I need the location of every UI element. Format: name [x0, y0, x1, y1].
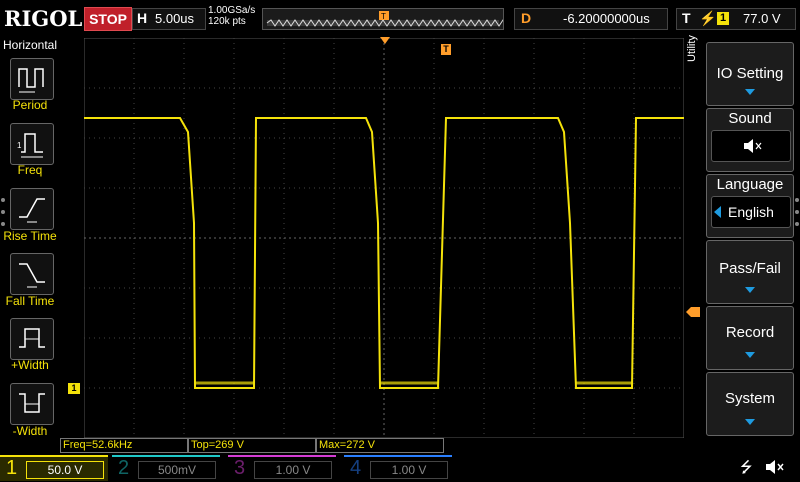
freq-button[interactable]: 1 [10, 123, 54, 165]
channel-4-scale: 1.00 V [370, 461, 448, 479]
sound-label: Sound [728, 110, 772, 127]
acquisition-info: 1.00GSa/s 120k pts [208, 5, 255, 27]
memory-overview[interactable]: T [262, 8, 504, 30]
waveform-display[interactable] [84, 38, 684, 438]
language-value-box: English [711, 196, 791, 228]
trigger-edge-icon: ⚡ [699, 10, 717, 26]
delay-key: D [521, 10, 532, 26]
trigger-source: 1 [717, 12, 729, 25]
left-panel-title: Horizontal [2, 38, 58, 52]
chevron-down-icon [745, 419, 755, 425]
sound-value [711, 130, 791, 162]
timebase-value: 5.00us [155, 11, 195, 26]
pass-fail-button[interactable]: Pass/Fail [706, 240, 794, 304]
language-button[interactable]: Language English [706, 174, 794, 238]
negative-width-icon [19, 393, 45, 413]
channel-3-number: 3 [234, 457, 246, 479]
period-label: Period [12, 98, 48, 112]
page-dots-left [1, 198, 5, 226]
rise-time-label: Rise Time [3, 229, 57, 243]
positive-width-label: +Width [11, 358, 49, 372]
fall-time-button[interactable] [10, 253, 54, 295]
measurement-top[interactable]: Top=269 V [188, 438, 316, 453]
channel-bar: 1 50.0 V 2 500mV 3 1.00 V 4 1.00 V ⭍ [0, 453, 800, 481]
trigger-position-marker[interactable] [380, 37, 390, 45]
measurement-max[interactable]: Max=272 V [316, 438, 444, 453]
channel-2-scale: 500mV [138, 461, 216, 479]
svg-text:1: 1 [17, 141, 22, 150]
trigger-level-marker[interactable] [686, 307, 700, 317]
negative-width-label: -Width [12, 424, 48, 438]
channel-4-tab[interactable]: 4 1.00 V [344, 455, 452, 481]
io-setting-button[interactable]: IO Setting [706, 42, 794, 106]
usb-icon: ⭍ [740, 459, 753, 476]
delay-value: -6.20000000us [563, 11, 650, 26]
page-dots-right [795, 198, 799, 226]
system-button[interactable]: System [706, 372, 794, 436]
positive-width-button[interactable] [10, 318, 54, 360]
pass-fail-label: Pass/Fail [719, 260, 781, 277]
channel-3-tab[interactable]: 3 1.00 V [228, 455, 336, 481]
record-button[interactable]: Record [706, 306, 794, 370]
language-value: English [728, 204, 774, 220]
speaker-muted-icon [744, 139, 762, 153]
run-stop-status[interactable]: STOP [84, 7, 132, 31]
sound-button[interactable]: Sound [706, 108, 794, 172]
trigger-key: T [682, 10, 691, 26]
memory-depth: 120k pts [208, 16, 246, 27]
channel-3-scale: 1.00 V [254, 461, 332, 479]
fall-time-label: Fall Time [5, 294, 55, 308]
sample-rate: 1.00GSa/s [208, 5, 256, 16]
measurement-freq[interactable]: Freq=52.6kHz [60, 438, 188, 453]
trigger-level: 77.0 V [743, 11, 781, 26]
trigger-time-marker[interactable]: T [441, 44, 451, 55]
measurement-bar: Freq=52.6kHz Top=269 V Max=272 V [60, 438, 686, 453]
channel-2-tab[interactable]: 2 500mV [112, 455, 220, 481]
system-label: System [724, 390, 775, 407]
channel-1-number: 1 [6, 457, 18, 479]
speaker-muted-icon[interactable] [764, 457, 788, 477]
right-panel-title: Utility [686, 35, 698, 62]
horizontal-key: H [137, 10, 148, 26]
record-label: Record [725, 324, 775, 341]
trigger-box[interactable]: T ⚡ 1 77.0 V [676, 8, 796, 30]
freq-label: Freq [17, 163, 43, 177]
fall-time-icon [19, 263, 45, 288]
language-label: Language [716, 176, 784, 193]
svg-text:T: T [381, 12, 386, 21]
channel-4-number: 4 [350, 457, 362, 479]
channel-1-scale: 50.0 V [26, 461, 104, 479]
rise-time-button[interactable] [10, 188, 54, 230]
positive-width-icon [19, 328, 45, 348]
chevron-down-icon [745, 352, 755, 358]
brand-logo: RIGOL [4, 6, 83, 31]
negative-width-button[interactable] [10, 383, 54, 425]
period-button[interactable] [10, 58, 54, 100]
timebase-box[interactable]: H 5.00us [132, 8, 206, 30]
freq-icon: 1 [17, 133, 43, 158]
top-status-bar: RIGOL STOP H 5.00us 1.00GSa/s 120k pts T… [0, 0, 800, 36]
channel-1-tab[interactable]: 1 50.0 V [0, 455, 108, 481]
rise-time-icon [19, 198, 45, 223]
chevron-down-icon [745, 89, 755, 95]
delay-box[interactable]: D -6.20000000us [514, 8, 668, 30]
io-setting-label: IO Setting [716, 65, 784, 82]
channel-2-number: 2 [118, 457, 130, 479]
period-icon [18, 68, 44, 93]
ch1-ground-marker[interactable]: 1 [68, 383, 80, 394]
chevron-down-icon [745, 287, 755, 293]
